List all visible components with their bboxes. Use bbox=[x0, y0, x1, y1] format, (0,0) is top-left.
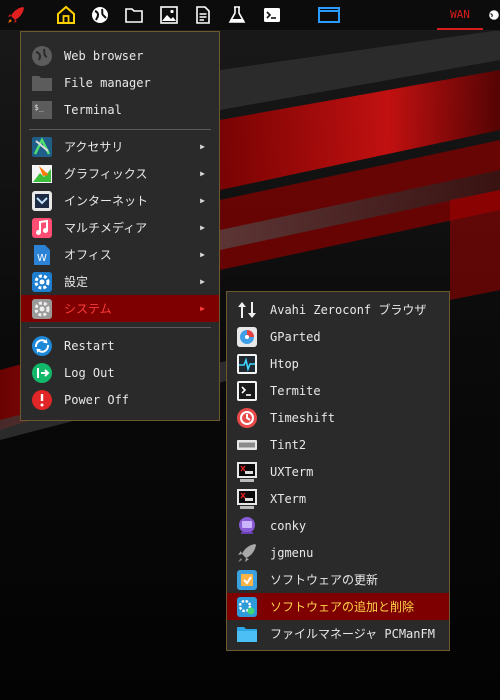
flask-icon[interactable] bbox=[225, 3, 249, 27]
submenu-item-htop[interactable]: Htop bbox=[227, 350, 449, 377]
application-menu: Web browser File manager $_ Terminal アクセ… bbox=[20, 31, 220, 421]
menu-item-settings[interactable]: 設定 ▶ bbox=[21, 268, 219, 295]
termite-icon bbox=[236, 380, 258, 402]
wan-indicator[interactable]: WAN bbox=[437, 0, 483, 30]
submenu-arrow-icon: ▶ bbox=[200, 304, 205, 313]
submenu-item-software-add-remove[interactable]: ソフトウェアの追加と削除 bbox=[227, 593, 449, 620]
rocket-icon[interactable] bbox=[4, 3, 28, 27]
submenu-arrow-icon: ▶ bbox=[200, 196, 205, 205]
submenu-item-gparted[interactable]: GParted bbox=[227, 323, 449, 350]
globe-icon[interactable] bbox=[88, 3, 112, 27]
terminal-icon: $_ bbox=[31, 99, 53, 121]
submenu-item-xterm[interactable]: XTerm bbox=[227, 485, 449, 512]
submenu-arrow-icon: ▶ bbox=[200, 142, 205, 151]
graphics-icon bbox=[31, 163, 53, 185]
submenu-item-tint2[interactable]: Tint2 bbox=[227, 431, 449, 458]
home-icon[interactable] bbox=[54, 3, 78, 27]
restart-icon bbox=[31, 335, 53, 357]
internet-icon bbox=[31, 190, 53, 212]
window-icon[interactable] bbox=[316, 3, 342, 27]
menu-item-file-manager[interactable]: File manager bbox=[21, 69, 219, 96]
submenu-item-uxterm[interactable]: UXTerm bbox=[227, 458, 449, 485]
accessories-icon bbox=[31, 136, 53, 158]
xterm-icon bbox=[236, 488, 258, 510]
settings-icon bbox=[31, 271, 53, 293]
menu-item-restart[interactable]: Restart bbox=[21, 332, 219, 359]
svg-text:W: W bbox=[37, 253, 47, 264]
folder-icon[interactable] bbox=[122, 3, 146, 27]
submenu-item-avahi[interactable]: Avahi Zeroconf ブラウザ bbox=[227, 296, 449, 323]
submenu-arrow-icon: ▶ bbox=[200, 250, 205, 259]
image-icon[interactable] bbox=[157, 3, 181, 27]
menu-item-accessories[interactable]: アクセサリ ▶ bbox=[21, 133, 219, 160]
uxterm-icon bbox=[236, 461, 258, 483]
gparted-icon bbox=[236, 326, 258, 348]
document-icon[interactable] bbox=[191, 3, 215, 27]
logout-icon bbox=[31, 362, 53, 384]
submenu-item-jgmenu[interactable]: jgmenu bbox=[227, 539, 449, 566]
power-icon bbox=[31, 389, 53, 411]
timeshift-icon bbox=[236, 407, 258, 429]
submenu-arrow-icon: ▶ bbox=[200, 277, 205, 286]
menu-item-web-browser[interactable]: Web browser bbox=[21, 42, 219, 69]
menu-item-system[interactable]: システム ▶ bbox=[21, 295, 219, 322]
avahi-icon bbox=[236, 299, 258, 321]
multimedia-icon bbox=[31, 217, 53, 239]
menu-item-terminal[interactable]: $_ Terminal bbox=[21, 96, 219, 123]
menu-item-graphics[interactable]: グラフィックス ▶ bbox=[21, 160, 219, 187]
menu-item-internet[interactable]: インターネット ▶ bbox=[21, 187, 219, 214]
submenu-item-timeshift[interactable]: Timeshift bbox=[227, 404, 449, 431]
globe-icon bbox=[31, 45, 53, 67]
svg-text:$_: $_ bbox=[34, 103, 44, 112]
office-icon: W bbox=[31, 244, 53, 266]
system-submenu: Avahi Zeroconf ブラウザ GParted Htop Termite… bbox=[226, 291, 450, 651]
pcmanfm-icon bbox=[236, 623, 258, 645]
top-panel: WAN bbox=[0, 0, 500, 31]
htop-icon bbox=[236, 353, 258, 375]
tint2-icon bbox=[236, 434, 258, 456]
terminal-icon[interactable] bbox=[260, 3, 284, 27]
submenu-item-pcmanfm[interactable]: ファイルマネージャ PCManFM bbox=[227, 620, 449, 647]
menu-separator bbox=[29, 129, 211, 130]
menu-item-log-out[interactable]: Log Out bbox=[21, 359, 219, 386]
conky-icon bbox=[236, 515, 258, 537]
network-icon[interactable] bbox=[488, 3, 500, 27]
software-add-remove-icon bbox=[236, 596, 258, 618]
submenu-arrow-icon: ▶ bbox=[200, 223, 205, 232]
menu-item-multimedia[interactable]: マルチメディア ▶ bbox=[21, 214, 219, 241]
submenu-item-software-update[interactable]: ソフトウェアの更新 bbox=[227, 566, 449, 593]
software-update-icon bbox=[236, 569, 258, 591]
submenu-item-conky[interactable]: conky bbox=[227, 512, 449, 539]
jgmenu-icon bbox=[236, 542, 258, 564]
menu-item-power-off[interactable]: Power Off bbox=[21, 386, 219, 413]
submenu-item-termite[interactable]: Termite bbox=[227, 377, 449, 404]
folder-icon bbox=[31, 72, 53, 94]
system-icon bbox=[31, 298, 53, 320]
menu-separator bbox=[29, 327, 211, 328]
menu-item-office[interactable]: W オフィス ▶ bbox=[21, 241, 219, 268]
submenu-arrow-icon: ▶ bbox=[200, 169, 205, 178]
